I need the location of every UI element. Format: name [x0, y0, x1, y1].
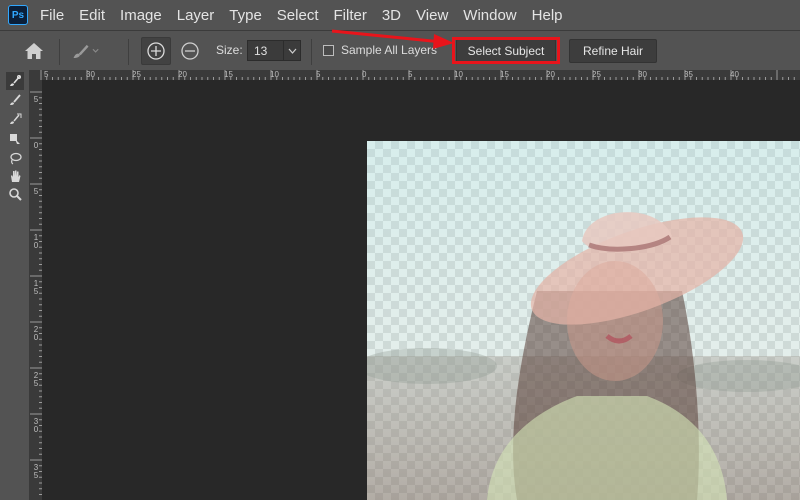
- ruler-label: 15: [500, 70, 509, 79]
- ruler-label: 5: [316, 70, 321, 79]
- photo-subject-image: [367, 141, 800, 500]
- ruler-label: 10: [454, 70, 463, 79]
- ruler-label: 0: [362, 70, 367, 79]
- ruler-label: 20: [546, 70, 555, 79]
- options-separator: [128, 39, 129, 65]
- hand-icon[interactable]: [6, 167, 24, 185]
- ruler-label: 5: [44, 70, 49, 79]
- ruler-label: 20: [33, 325, 39, 342]
- document-canvas[interactable]: [367, 141, 800, 500]
- quick-selection-icon[interactable]: [6, 72, 24, 90]
- ruler-label: 40: [730, 70, 739, 79]
- menu-3d[interactable]: 3D: [382, 7, 401, 24]
- refine-hair-button[interactable]: Refine Hair: [569, 39, 657, 63]
- menu-bar: Ps File Edit Image Layer Type Select Fil…: [0, 0, 800, 30]
- annotation-arrow-icon: [331, 29, 454, 49]
- menu-select[interactable]: Select: [277, 7, 319, 24]
- menu-window[interactable]: Window: [463, 7, 516, 24]
- menu-type[interactable]: Type: [229, 7, 262, 24]
- ruler-label: 35: [33, 463, 39, 480]
- menu-edit[interactable]: Edit: [79, 7, 105, 24]
- ruler-label: 30: [33, 417, 39, 434]
- menu-file[interactable]: File: [40, 7, 64, 24]
- vertical-ruler[interactable]: 5 0 5 10 15 20 25 30 35: [30, 80, 42, 500]
- ruler-label: 5: [408, 70, 413, 79]
- menu-help[interactable]: Help: [532, 7, 563, 24]
- options-separator: [59, 39, 60, 65]
- add-to-selection-icon[interactable]: [141, 37, 171, 65]
- ruler-label: 30: [86, 70, 95, 79]
- options-separator: [311, 39, 312, 65]
- quick-selection-brush-icon[interactable]: [70, 37, 100, 65]
- photoshop-logo-icon[interactable]: Ps: [8, 5, 28, 25]
- refine-edge-icon[interactable]: [6, 130, 24, 148]
- ruler-label: 25: [592, 70, 601, 79]
- brush-icon[interactable]: [6, 91, 24, 109]
- ruler-label: 10: [270, 70, 279, 79]
- lasso-icon[interactable]: [6, 149, 24, 167]
- size-value[interactable]: 13: [248, 44, 283, 58]
- menu-view[interactable]: View: [416, 7, 448, 24]
- object-selection-icon[interactable]: [6, 110, 24, 128]
- ruler-label: 25: [33, 371, 39, 388]
- chevron-down-icon[interactable]: [283, 41, 300, 60]
- ruler-label: 15: [33, 279, 39, 296]
- ruler-label: 30: [638, 70, 647, 79]
- zoom-icon[interactable]: [6, 185, 24, 203]
- size-dropdown[interactable]: 13: [247, 40, 301, 61]
- ruler-label: 0: [33, 141, 39, 150]
- subtract-from-selection-icon[interactable]: [175, 37, 205, 65]
- size-label: Size:: [216, 43, 243, 57]
- menu-layer[interactable]: Layer: [177, 7, 215, 24]
- horizontal-ruler[interactable]: 5 30 25 20 15 10 5 0 5 10 15 20 25 30 35…: [30, 70, 800, 80]
- menu-image[interactable]: Image: [120, 7, 162, 24]
- select-subject-highlight: [452, 37, 560, 64]
- ruler-label: 35: [684, 70, 693, 79]
- ruler-label: 25: [132, 70, 141, 79]
- ruler-label: 5: [33, 95, 39, 104]
- ruler-label: 5: [33, 187, 39, 196]
- ruler-label: 10: [33, 233, 39, 250]
- toolbox: [0, 70, 30, 500]
- home-icon[interactable]: [19, 37, 49, 65]
- menu-filter[interactable]: Filter: [334, 7, 367, 24]
- ruler-label: 20: [178, 70, 187, 79]
- ruler-label: 15: [224, 70, 233, 79]
